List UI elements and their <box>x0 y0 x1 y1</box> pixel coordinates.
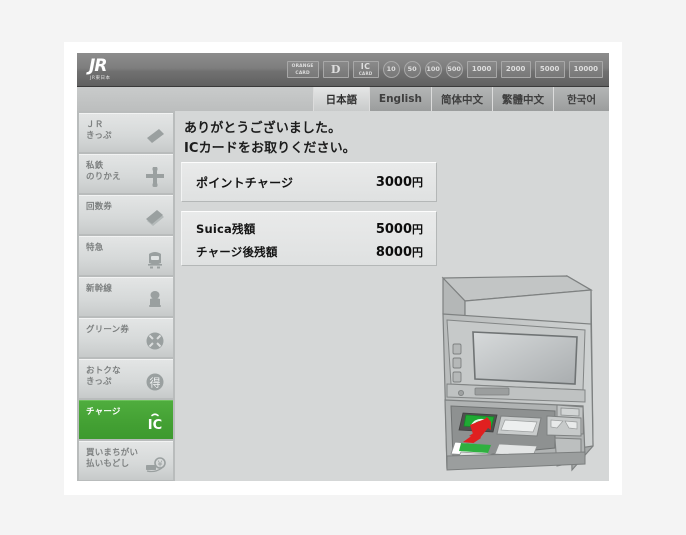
sidebar-item-3[interactable]: 特急 <box>79 236 173 275</box>
badge-line-2: CARD <box>295 70 310 76</box>
balance-rows: Suica残額 5000円チャージ後残額 8000円 <box>182 212 436 263</box>
message-line-1: ありがとうございました。 <box>184 121 342 136</box>
balance-row-1: チャージ後残額 8000円 <box>182 240 436 263</box>
badge-coin-500: 500 <box>445 61 463 78</box>
badge-coin-10: 10 <box>382 61 400 78</box>
shinkansen-icon <box>143 288 167 312</box>
balance-row-0: Suica残額 5000円 <box>182 217 436 240</box>
badge-line-1: IC <box>360 61 371 71</box>
balance-label: Suica残額 <box>196 221 256 236</box>
message-line-2: ICカードをお取りください。 <box>184 141 356 156</box>
kiosk-screen: JR JR東日本 ORANGE CARD D IC CARD 10 50 100 500 1000… <box>77 53 609 481</box>
svg-text:得: 得 <box>150 377 161 390</box>
main-content: ありがとうございました。 ICカードをお取りください。 ポイントチャージ 300… <box>175 111 609 481</box>
sidebar-item-label: チャージ <box>86 407 121 417</box>
jr-logo: JR JR東日本 <box>89 58 145 82</box>
badge-note-5000: 5000 <box>534 61 565 78</box>
point-charge-row: ポイントチャージ 3000円 <box>182 163 436 201</box>
svg-text:¥: ¥ <box>157 460 162 469</box>
balance-label: チャージ後残額 <box>196 244 278 259</box>
badge-note-1000: 1000 <box>466 61 497 78</box>
ic-logo-icon: IC <box>143 411 167 435</box>
language-tabs: 日本語 English 简体中文 繁體中文 한국어 <box>312 87 609 111</box>
ticket-icon <box>143 124 167 148</box>
sidebar-item-8[interactable]: 買いまちがい 払いもどし ¥ <box>79 441 173 480</box>
limited-express-train-icon <box>143 247 167 271</box>
payment-method-badges: ORANGE CARD D IC CARD 10 50 100 500 1000 2000 5000 1… <box>286 59 603 80</box>
badge-ic-card: IC CARD <box>352 61 379 78</box>
balance-value: 5000円 <box>375 221 423 237</box>
badge-orange-card: ORANGE CARD <box>286 61 319 78</box>
sidebar-item-label: 特急 <box>86 243 104 253</box>
language-bar: 日本語 English 简体中文 繁體中文 한국어 <box>77 87 609 111</box>
sidebar-item-label: 新幹線 <box>86 284 113 294</box>
sidebar-item-label: 回数券 <box>86 202 113 212</box>
sidebar-item-1[interactable]: 私鉄 のりかえ <box>79 154 173 193</box>
point-charge-panel: ポイントチャージ 3000円 <box>181 162 437 202</box>
sidebar-item-label: 私鉄 のりかえ <box>86 161 121 182</box>
badge-d-card: D <box>322 61 349 78</box>
language-tab-日本語[interactable]: 日本語 <box>312 87 369 111</box>
refund-icon: ¥ <box>143 452 167 476</box>
sidebar-item-6[interactable]: おトクな きっぷ得 <box>79 359 173 398</box>
sidebar-item-label: ＪＲ きっぷ <box>86 120 112 141</box>
balance-panel: Suica残額 5000円チャージ後残額 8000円 <box>181 211 437 266</box>
green-car-icon <box>143 329 167 353</box>
thank-you-message: ありがとうございました。 ICカードをお取りください。 <box>184 119 356 159</box>
sidebar-item-label: グリーン券 <box>86 325 130 335</box>
language-tab-한국어[interactable]: 한국어 <box>553 87 609 111</box>
balance-value: 8000円 <box>375 244 423 260</box>
language-tab-简体中文[interactable]: 简体中文 <box>431 87 492 111</box>
sidebar-item-0[interactable]: ＪＲ きっぷ <box>79 113 173 152</box>
badge-note-10000: 10000 <box>568 61 603 78</box>
jr-logo-mark: JR <box>89 56 107 76</box>
sidebar-item-label: 買いまちがい 払いもどし <box>86 448 139 469</box>
ticket-vending-machine-illustration <box>425 256 605 481</box>
badge-coin-50: 50 <box>403 61 421 78</box>
point-charge-value: 3000円 <box>375 175 423 190</box>
discount-toku-icon: 得 <box>143 370 167 394</box>
sidebar-item-label: おトクな きっぷ <box>86 366 121 387</box>
sidebar-item-5[interactable]: グリーン券 <box>79 318 173 357</box>
language-tab-English[interactable]: English <box>368 87 431 111</box>
coupon-tickets-icon <box>143 206 167 230</box>
badge-coin-100: 100 <box>424 61 442 78</box>
sidebar-item-4[interactable]: 新幹線 <box>79 277 173 316</box>
jr-logo-subtext: JR東日本 <box>90 76 111 81</box>
language-tab-繁體中文[interactable]: 繁體中文 <box>492 87 553 111</box>
sidebar-menu: ＪＲ きっぷ 私鉄 のりかえ回数券特急新幹線グリーン券おトクな きっぷ得チャージ I… <box>77 111 175 481</box>
kiosk-header: JR JR東日本 ORANGE CARD D IC CARD 10 50 100 500 1000… <box>77 53 609 87</box>
point-charge-label: ポイントチャージ <box>196 175 294 190</box>
svg-text:IC: IC <box>148 418 162 433</box>
badge-line-2: CARD <box>358 70 373 76</box>
sidebar-item-7[interactable]: チャージ IC <box>79 400 173 439</box>
sidebar-item-2[interactable]: 回数券 <box>79 195 173 234</box>
badge-line-1: ORANGE <box>291 63 314 69</box>
transfer-icon <box>143 165 167 189</box>
badge-note-2000: 2000 <box>500 61 531 78</box>
screenshot-white-frame: JR JR東日本 ORANGE CARD D IC CARD 10 50 100 500 1000… <box>64 42 622 495</box>
